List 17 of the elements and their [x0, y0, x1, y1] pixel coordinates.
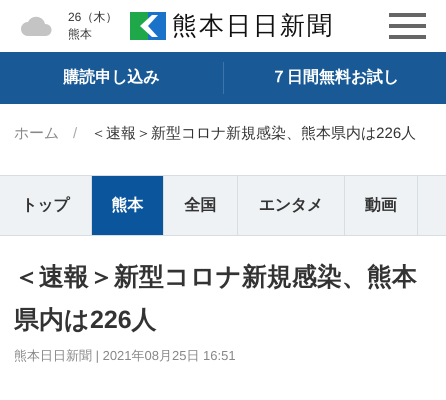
promo-link[interactable]: 購読申し込み: [0, 66, 222, 90]
menu-icon[interactable]: [389, 13, 426, 39]
logo-icon: [130, 12, 166, 40]
cloud-icon: [20, 16, 54, 36]
category-tab[interactable]: 動画: [345, 176, 418, 235]
breadcrumb-current: ＜速報＞新型コロナ新規感染、熊本県内は226人: [91, 125, 416, 142]
weather-date: 26（木）: [68, 9, 118, 26]
weather-place: 熊本: [68, 26, 93, 43]
category-tab[interactable]: 熊本: [92, 176, 164, 235]
article-meta: 熊本日日新聞 | 2021年08月25日 16:51: [14, 347, 237, 365]
promo-link[interactable]: ７日間無料お試し: [224, 66, 446, 90]
logo-text: 熊本日日新聞: [172, 10, 334, 42]
article-title: ＜速報＞新型コロナ新規感染、熊本県内は226人: [14, 262, 418, 336]
breadcrumb-home[interactable]: ホーム: [14, 125, 59, 142]
category-tab[interactable]: エンタメ: [238, 176, 345, 235]
category-tab[interactable]: 全国: [164, 176, 238, 235]
breadcrumb-separator: /: [73, 125, 78, 142]
